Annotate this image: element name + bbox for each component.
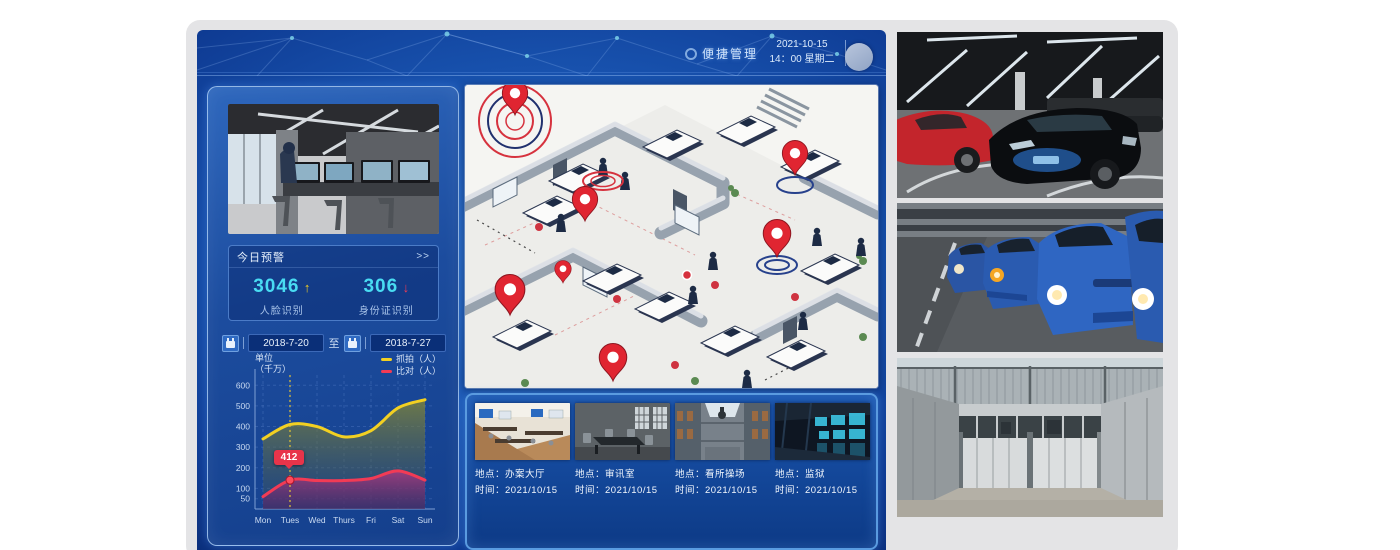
- camera-thumbnail[interactable]: [475, 403, 570, 460]
- line-chart-canvas: 600 500 400 300 200 10050 Mon Tues Wed Thurs Fri Sa…: [227, 353, 441, 537]
- svg-text:600: 600: [236, 380, 250, 390]
- dashboard-header: 便捷管理 2021-10-15 14：00 星期二: [197, 30, 886, 76]
- stat-face-recognition: 3046 ↑ 人脸识别: [253, 276, 310, 317]
- user-avatar[interactable]: [845, 43, 873, 71]
- app-title-text: 便捷管理: [702, 45, 758, 62]
- svg-text:400: 400: [236, 422, 250, 432]
- chart-legend: 抓拍（人） 比对（人）: [381, 353, 441, 377]
- stat-label: 身份证识别: [359, 302, 414, 317]
- camera-thumbnail[interactable]: [675, 403, 770, 460]
- svg-text:300: 300: [236, 442, 250, 452]
- camera-location: 地点：办案大厅: [475, 467, 570, 483]
- trend-down-icon: ↓: [403, 280, 410, 295]
- svg-text:Tues: Tues: [281, 515, 300, 525]
- camera-time: 时间：2021/10/15: [475, 483, 570, 499]
- svg-text:500: 500: [236, 401, 250, 411]
- date-start-picker[interactable]: 2018-7-20: [222, 334, 324, 352]
- camera-item-interrogation[interactable]: 地点：审讯室 时间：2021/10/15: [575, 403, 670, 499]
- date-end-picker[interactable]: 2018-7-27: [344, 334, 446, 352]
- camera-item-yard[interactable]: 地点：看所操场 时间：2021/10/15: [675, 403, 770, 499]
- camera-location: 地点：审讯室: [575, 467, 670, 483]
- svg-text:Sat: Sat: [392, 515, 405, 525]
- left-stats-panel: 今日预警 >> 3046 ↑ 人脸识别 306 ↓: [207, 86, 459, 546]
- trend-up-icon: ↑: [304, 280, 311, 295]
- camera-thumbnail[interactable]: [775, 403, 870, 460]
- header-date: 2021-10-15: [767, 37, 837, 52]
- svg-text:Wed: Wed: [308, 515, 326, 525]
- svg-text:100: 100: [236, 483, 250, 493]
- parking-garage-photo: [897, 32, 1163, 198]
- alert-card-title: 今日预警: [237, 249, 285, 265]
- alert-dot-icon: [683, 271, 692, 280]
- svg-text:50: 50: [241, 494, 251, 504]
- camera-strip-panel: 地点：办案大厅 时间：2021/10/15: [465, 393, 878, 550]
- camera-time: 时间：2021/10/15: [575, 483, 670, 499]
- calendar-icon: [222, 335, 239, 352]
- date-start-value[interactable]: 2018-7-20: [248, 334, 324, 352]
- chart-tooltip: 412: [274, 450, 304, 465]
- camera-item-hall[interactable]: 地点：办案大厅 时间：2021/10/15: [475, 403, 570, 499]
- chart-y-axis-title: 单位 （千万）: [255, 353, 291, 375]
- security-dashboard: 便捷管理 2021-10-15 14：00 星期二: [197, 30, 886, 550]
- camera-location: 地点：监狱: [775, 467, 870, 483]
- date-range-row: 2018-7-20 至 2018-7-27: [222, 333, 446, 353]
- camera-thumbnail[interactable]: [575, 403, 670, 460]
- camera-location: 地点：看所操场: [675, 467, 770, 483]
- legend-item-compare: 比对（人）: [381, 365, 441, 377]
- chip-divider: [243, 337, 244, 349]
- trend-chart: 单位 （千万） 抓拍（人） 比对（人）: [222, 353, 446, 543]
- alert-more-button[interactable]: >>: [416, 251, 430, 262]
- app-title: 便捷管理: [685, 45, 758, 62]
- header-time-weekday: 14：00 星期二: [767, 52, 837, 67]
- legend-swatch-icon: [381, 370, 392, 373]
- chip-divider: [365, 337, 366, 349]
- app-logo-icon: [685, 48, 697, 60]
- stat-value: 3046: [253, 276, 299, 297]
- header-weekday: 星期二: [805, 54, 835, 65]
- office-floor-map[interactable]: [465, 85, 878, 388]
- header-datetime: 2021-10-15 14：00 星期二: [767, 37, 837, 67]
- svg-text:Thurs: Thurs: [333, 515, 355, 525]
- header-time: 14：00: [769, 54, 801, 65]
- camera-time: 时间：2021/10/15: [675, 483, 770, 499]
- svg-text:Sun: Sun: [417, 515, 432, 525]
- legend-item-capture: 抓拍（人）: [381, 353, 441, 365]
- car-queue-photo: [897, 203, 1163, 352]
- legend-swatch-icon: [381, 358, 392, 361]
- svg-text:Mon: Mon: [255, 515, 272, 525]
- security-gate-photo: [897, 358, 1163, 517]
- control-room-photo: [228, 104, 439, 234]
- svg-text:200: 200: [236, 463, 250, 473]
- stat-label: 人脸识别: [253, 302, 310, 317]
- svg-text:Fri: Fri: [366, 515, 376, 525]
- today-alert-card: 今日预警 >> 3046 ↑ 人脸识别 306 ↓: [228, 245, 439, 321]
- stat-value: 306: [363, 276, 398, 297]
- camera-item-prison[interactable]: 地点：监狱 时间：2021/10/15: [775, 403, 870, 499]
- stat-id-recognition: 306 ↓ 身份证识别: [359, 276, 414, 317]
- calendar-icon: [344, 335, 361, 352]
- camera-time: 时间：2021/10/15: [775, 483, 870, 499]
- date-range-separator: 至: [329, 335, 340, 351]
- screenshot-stage: 便捷管理 2021-10-15 14：00 星期二: [0, 0, 1400, 550]
- date-end-value[interactable]: 2018-7-27: [370, 334, 446, 352]
